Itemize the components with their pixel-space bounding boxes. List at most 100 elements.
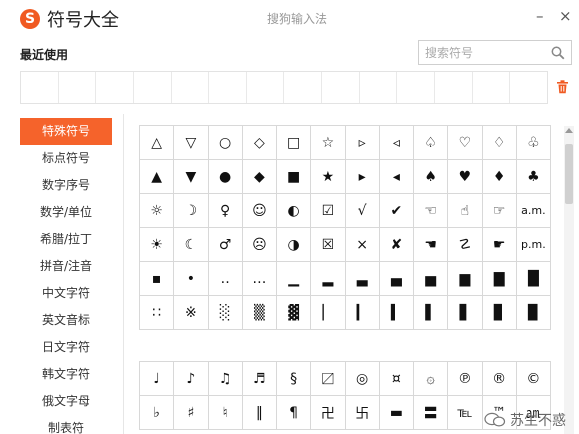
- symbol-cell[interactable]: ░: [208, 296, 243, 330]
- symbol-cell[interactable]: ▂: [311, 262, 346, 296]
- symbol-cell[interactable]: 〓: [414, 396, 449, 430]
- symbol-cell[interactable]: ▎: [345, 296, 380, 330]
- symbol-cell[interactable]: ▸: [345, 160, 380, 194]
- symbol-cell[interactable]: ☝: [448, 194, 483, 228]
- symbol-cell[interactable]: ○: [208, 126, 243, 160]
- recent-symbol-slot[interactable]: [473, 72, 511, 103]
- symbol-cell[interactable]: √: [345, 194, 380, 228]
- search-input[interactable]: [419, 41, 545, 64]
- symbol-cell[interactable]: ✔: [379, 194, 414, 228]
- symbol-cell[interactable]: a.m.: [516, 194, 551, 228]
- symbol-cell[interactable]: ‖: [242, 396, 277, 430]
- recent-symbol-slot[interactable]: [209, 72, 247, 103]
- symbol-cell[interactable]: ☚: [414, 228, 449, 262]
- symbol-cell[interactable]: ▄: [379, 262, 414, 296]
- symbol-cell[interactable]: 卍: [311, 396, 346, 430]
- symbol-cell[interactable]: ☆: [311, 126, 346, 160]
- symbol-cell[interactable]: ♪: [174, 362, 209, 396]
- symbol-cell[interactable]: ®: [482, 362, 517, 396]
- symbol-cell[interactable]: ℡: [448, 396, 483, 430]
- symbol-cell[interactable]: ♡: [448, 126, 483, 160]
- symbol-cell[interactable]: ◐: [277, 194, 312, 228]
- symbol-cell[interactable]: ☜: [414, 194, 449, 228]
- symbol-cell[interactable]: ★: [311, 160, 346, 194]
- symbol-cell[interactable]: ♦: [482, 160, 517, 194]
- symbol-cell[interactable]: p.m.: [516, 228, 551, 262]
- symbol-cell[interactable]: ●: [208, 160, 243, 194]
- symbol-cell[interactable]: ☒: [311, 228, 346, 262]
- symbol-cell[interactable]: ×: [345, 228, 380, 262]
- trash-icon[interactable]: [556, 79, 569, 98]
- category-item[interactable]: 英文音标: [20, 307, 112, 334]
- symbol-cell[interactable]: ▽: [174, 126, 209, 160]
- category-item[interactable]: 希腊/拉丁: [20, 226, 112, 253]
- symbol-cell[interactable]: ▌: [414, 296, 449, 330]
- symbol-cell[interactable]: ◑: [277, 228, 312, 262]
- recent-symbol-slot[interactable]: [435, 72, 473, 103]
- symbol-cell[interactable]: §: [277, 362, 312, 396]
- symbol-cell[interactable]: ۞: [414, 362, 449, 396]
- minimize-button[interactable]: –: [536, 8, 544, 24]
- symbol-cell[interactable]: ♩: [140, 362, 175, 396]
- symbol-cell[interactable]: ▒: [242, 296, 277, 330]
- symbol-cell[interactable]: ♭: [140, 396, 175, 430]
- symbol-cell[interactable]: □: [277, 126, 312, 160]
- category-item[interactable]: 日文字符: [20, 334, 112, 361]
- symbol-cell[interactable]: ▇: [482, 262, 517, 296]
- symbol-cell[interactable]: ▆: [448, 262, 483, 296]
- symbol-cell[interactable]: ☡: [448, 228, 483, 262]
- symbol-cell[interactable]: ¶: [277, 396, 312, 430]
- symbol-cell[interactable]: ♀: [208, 194, 243, 228]
- category-item[interactable]: 中文字符: [20, 280, 112, 307]
- symbol-cell[interactable]: ▹: [345, 126, 380, 160]
- symbol-cell[interactable]: ▬: [379, 396, 414, 430]
- symbol-cell[interactable]: △: [140, 126, 175, 160]
- recent-symbol-slot[interactable]: [172, 72, 210, 103]
- symbol-cell[interactable]: ©: [516, 362, 551, 396]
- symbol-cell[interactable]: •: [174, 262, 209, 296]
- category-item[interactable]: 拼音/注音: [20, 253, 112, 280]
- symbol-cell[interactable]: ▼: [174, 160, 209, 194]
- symbol-cell[interactable]: ※: [174, 296, 209, 330]
- symbol-cell[interactable]: ▍: [379, 296, 414, 330]
- symbol-cell[interactable]: ☾: [174, 228, 209, 262]
- recent-symbol-slot[interactable]: [59, 72, 97, 103]
- recent-symbol-slot[interactable]: [510, 72, 547, 103]
- recent-symbol-slot[interactable]: [21, 72, 59, 103]
- symbol-cell[interactable]: ▅: [414, 262, 449, 296]
- symbol-cell[interactable]: ◇: [242, 126, 277, 160]
- symbol-cell[interactable]: ◎: [345, 362, 380, 396]
- symbol-cell[interactable]: ♣: [516, 160, 551, 194]
- symbol-cell[interactable]: ▊: [482, 296, 517, 330]
- symbol-cell[interactable]: ▋: [448, 296, 483, 330]
- recent-symbol-slot[interactable]: [96, 72, 134, 103]
- recent-symbol-slot[interactable]: [322, 72, 360, 103]
- recent-symbol-slot[interactable]: [397, 72, 436, 103]
- recent-symbol-slot[interactable]: [360, 72, 398, 103]
- recent-symbol-slot[interactable]: [134, 72, 172, 103]
- symbol-cell[interactable]: ◃: [379, 126, 414, 160]
- close-button[interactable]: ×: [559, 8, 572, 24]
- symbol-cell[interactable]: ▃: [345, 262, 380, 296]
- symbol-cell[interactable]: ☽: [174, 194, 209, 228]
- category-item[interactable]: 标点符号: [20, 145, 112, 172]
- symbol-cell[interactable]: ▉: [516, 296, 551, 330]
- symbol-cell[interactable]: ♢: [482, 126, 517, 160]
- scrollbar[interactable]: [564, 126, 574, 434]
- category-item[interactable]: 特殊符号: [20, 118, 112, 145]
- symbol-cell[interactable]: ✘: [379, 228, 414, 262]
- category-item[interactable]: 数学/单位: [20, 199, 112, 226]
- symbol-cell[interactable]: ▪: [140, 262, 175, 296]
- category-item[interactable]: 韩文字符: [20, 361, 112, 388]
- symbol-cell[interactable]: ♧: [516, 126, 551, 160]
- symbol-cell[interactable]: ♠: [414, 160, 449, 194]
- recent-symbol-slot[interactable]: [247, 72, 285, 103]
- category-item[interactable]: 数字序号: [20, 172, 112, 199]
- symbol-cell[interactable]: ■: [277, 160, 312, 194]
- symbol-cell[interactable]: ▲: [140, 160, 175, 194]
- symbol-cell[interactable]: ☀: [140, 228, 175, 262]
- symbol-cell[interactable]: ♤: [414, 126, 449, 160]
- symbol-cell[interactable]: ♂: [208, 228, 243, 262]
- symbol-cell[interactable]: ☺: [242, 194, 277, 228]
- scroll-up-arrow-icon[interactable]: [565, 128, 573, 133]
